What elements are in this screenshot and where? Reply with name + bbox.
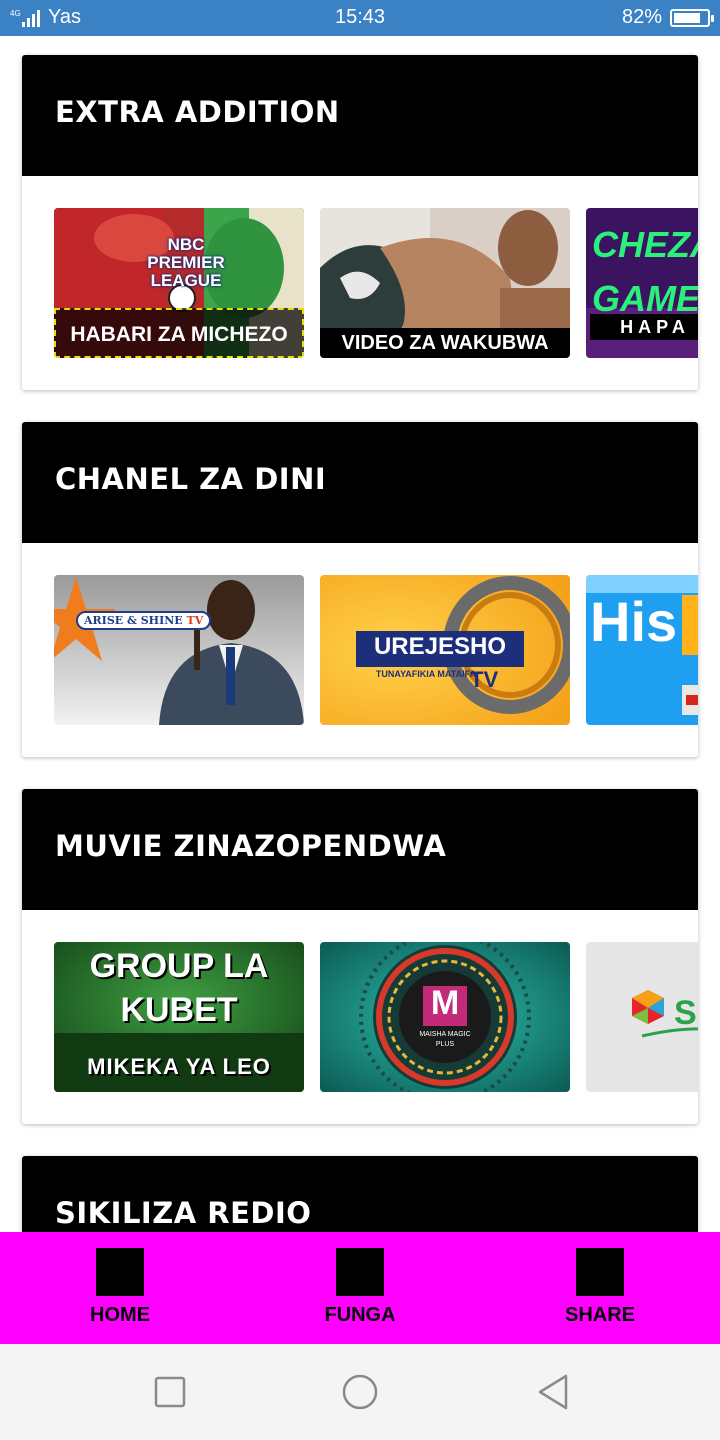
s-channel-logo: S bbox=[674, 994, 697, 1032]
tile-arise-and-shine-tv[interactable]: ARISE & SHINE TV bbox=[54, 575, 304, 725]
section-extra-addition: EXTRA ADDITION NBC PREMIER LEAGUE HABARI… bbox=[22, 55, 698, 390]
hapa-label: HAPA bbox=[590, 314, 698, 340]
tile-video-za-wakubwa[interactable]: VIDEO ZA WAKUBWA bbox=[320, 208, 570, 358]
tile-s-channel[interactable]: S bbox=[586, 942, 698, 1092]
bottom-navigation: HOME FUNGA SHARE bbox=[0, 1232, 720, 1344]
section-title: MUVIE ZINAZOPENDWA bbox=[55, 829, 447, 863]
tile-row[interactable]: NBC PREMIER LEAGUE HABARI ZA MICHEZO VID… bbox=[54, 208, 698, 358]
tile-maisha-magic-plus[interactable]: M MAISHA MAGIC PLUS bbox=[320, 942, 570, 1092]
battery-icon bbox=[670, 9, 714, 27]
recents-icon[interactable] bbox=[150, 1372, 190, 1412]
nav-share[interactable]: SHARE bbox=[480, 1232, 720, 1344]
section-title: CHANEL ZA DINI bbox=[55, 462, 327, 496]
nav-label: HOME bbox=[90, 1304, 150, 1326]
tile-row[interactable]: ARISE & SHINE TV UREJESHO TUNAYAFIKIA MA… bbox=[54, 575, 698, 725]
app-screen: 4G Yas 15:43 82% EXTRA ADDITION NBC PREM… bbox=[0, 0, 720, 1440]
tile-group-la-kubet[interactable]: GROUP LA KUBET MIKEKA YA LEO bbox=[54, 942, 304, 1092]
urejesho-logo: UREJESHO bbox=[373, 633, 507, 660]
battery-percent: 82% bbox=[621, 6, 662, 28]
section-muvie-zinazopendwa: MUVIE ZINAZOPENDWA GROUP LA KUBET MIKEKA… bbox=[22, 789, 698, 1124]
tile-cheza-game-hapa[interactable]: CHEZA GAME HAPA bbox=[586, 208, 698, 358]
tile-caption: HABARI ZA MICHEZO bbox=[54, 308, 304, 358]
share-icon bbox=[576, 1248, 624, 1296]
nbc-premier-league-logo: NBC PREMIER LEAGUE bbox=[147, 235, 225, 290]
nav-label: SHARE bbox=[564, 1304, 635, 1326]
nav-label: FUNGA bbox=[324, 1304, 396, 1326]
status-bar: 4G Yas 15:43 82% bbox=[0, 0, 720, 36]
mikeka-ya-leo-label: MIKEKA YA LEO bbox=[87, 1054, 271, 1079]
tile-habari-za-michezo[interactable]: NBC PREMIER LEAGUE HABARI ZA MICHEZO bbox=[54, 208, 304, 358]
clock: 15:43 bbox=[334, 6, 386, 28]
cheza-game-text: CHEZA GAME bbox=[592, 224, 698, 319]
close-app-icon bbox=[336, 1248, 384, 1296]
urejesho-tv-suffix: TV bbox=[470, 667, 499, 692]
back-triangle-icon[interactable] bbox=[534, 1372, 574, 1412]
section-title: SIKILIZA REDIO bbox=[55, 1196, 312, 1230]
tile-caption: VIDEO ZA WAKUBWA bbox=[320, 328, 570, 358]
tile-his-channel[interactable]: His bbox=[586, 575, 698, 725]
maisha-magic-caption: MAISHA MAGIC PLUS bbox=[419, 1031, 471, 1048]
section-header: CHANEL ZA DINI bbox=[22, 422, 698, 543]
nav-funga[interactable]: FUNGA bbox=[240, 1232, 480, 1344]
tile-urejesho-tv[interactable]: UREJESHO TUNAYAFIKIA MATAIFA TV bbox=[320, 575, 570, 725]
tile-row[interactable]: GROUP LA KUBET MIKEKA YA LEO M MAISHA MA… bbox=[54, 942, 698, 1092]
arise-shine-thumbnail bbox=[54, 575, 304, 725]
section-header: MUVIE ZINAZOPENDWA bbox=[22, 789, 698, 910]
section-title: EXTRA ADDITION bbox=[55, 95, 340, 129]
arise-shine-logo: ARISE & SHINE TV bbox=[76, 611, 212, 630]
section-header: SIKILIZA REDIO bbox=[22, 1156, 698, 1232]
his-logo: His bbox=[590, 590, 678, 653]
battery-level-fill bbox=[674, 13, 700, 23]
home-icon bbox=[96, 1248, 144, 1296]
maisha-magic-m-logo: M bbox=[430, 984, 460, 1022]
kubet-title: GROUP LA KUBET bbox=[89, 947, 269, 1029]
section-sikiliza-redio: SIKILIZA REDIO bbox=[22, 1156, 698, 1232]
section-header: EXTRA ADDITION bbox=[22, 55, 698, 176]
home-circle-icon[interactable] bbox=[340, 1372, 380, 1412]
section-chanel-za-dini: CHANEL ZA DINI ARISE & SHINE TV UREJESHO… bbox=[22, 422, 698, 757]
system-navigation-bar bbox=[0, 1344, 720, 1440]
nav-home[interactable]: HOME bbox=[0, 1232, 240, 1344]
content-scroll-area[interactable]: EXTRA ADDITION NBC PREMIER LEAGUE HABARI… bbox=[0, 36, 720, 1232]
